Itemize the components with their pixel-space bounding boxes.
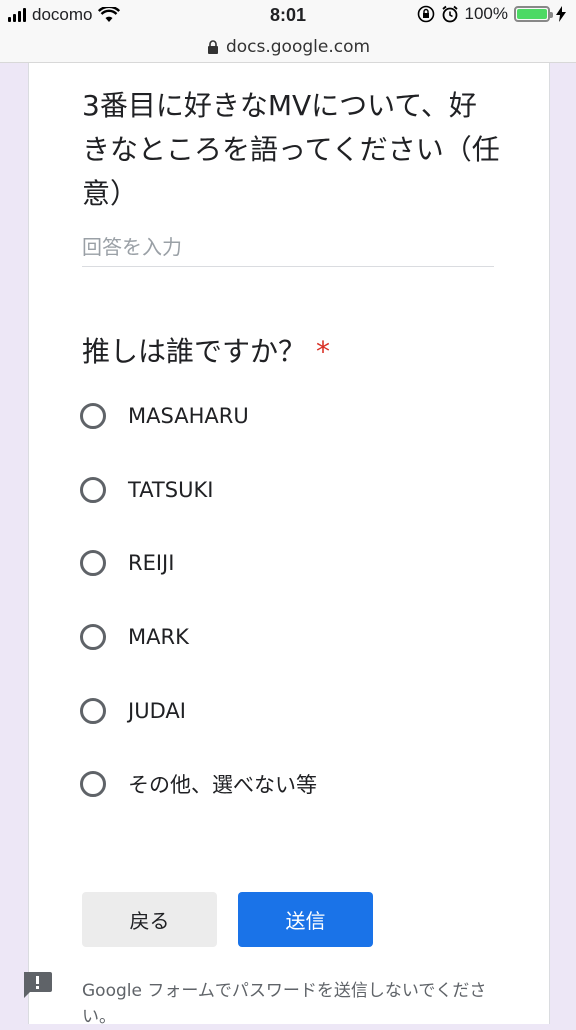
battery-icon (514, 6, 553, 22)
alarm-icon (441, 5, 458, 23)
option-label: その他、選べない等 (128, 773, 317, 797)
back-button[interactable]: 戻る (82, 892, 217, 947)
question-title-required: 推しは誰ですか？ * (82, 332, 330, 372)
option-label: MARK (128, 625, 189, 649)
radio-option[interactable]: その他、選べない等 (80, 764, 317, 804)
status-bar: docomo 8:01 100% (0, 0, 576, 32)
status-right: 100% (417, 4, 566, 24)
option-label: MASAHARU (128, 404, 249, 428)
radio-button[interactable] (80, 771, 106, 797)
radio-option[interactable]: MASAHARU (80, 396, 249, 436)
charging-icon (556, 6, 566, 22)
option-label: JUDAI (128, 699, 186, 723)
address-bar[interactable]: docs.google.com (0, 32, 576, 63)
radio-option[interactable]: REIJI (80, 543, 174, 583)
question-text: 推しは誰ですか？ (82, 335, 307, 368)
password-warning: Google フォームでパスワードを送信しないでください。 (82, 981, 487, 1027)
radio-button[interactable] (80, 698, 106, 724)
radio-button[interactable] (80, 477, 106, 503)
radio-option[interactable]: TATSUKI (80, 470, 213, 510)
radio-option[interactable]: JUDAI (80, 691, 186, 731)
radio-button[interactable] (80, 403, 106, 429)
option-label: REIJI (128, 551, 175, 575)
answer-input[interactable] (82, 228, 494, 267)
lock-icon (207, 40, 218, 54)
url-host: docs.google.com (225, 37, 371, 57)
radio-button[interactable] (80, 550, 106, 576)
submit-button[interactable]: 送信 (238, 892, 373, 947)
question-title: 3番目に好きなMVについて、好きなところを語ってください（任意） (82, 89, 500, 210)
battery-level-fill (517, 9, 547, 19)
option-label: TATSUKI (128, 478, 214, 502)
radio-button[interactable] (80, 624, 106, 650)
required-asterisk: * (316, 335, 331, 368)
feedback-icon[interactable] (20, 970, 54, 1000)
battery-percent: 100% (464, 4, 508, 23)
radio-option[interactable]: MARK (80, 617, 189, 657)
orientation-lock-icon (417, 5, 434, 23)
